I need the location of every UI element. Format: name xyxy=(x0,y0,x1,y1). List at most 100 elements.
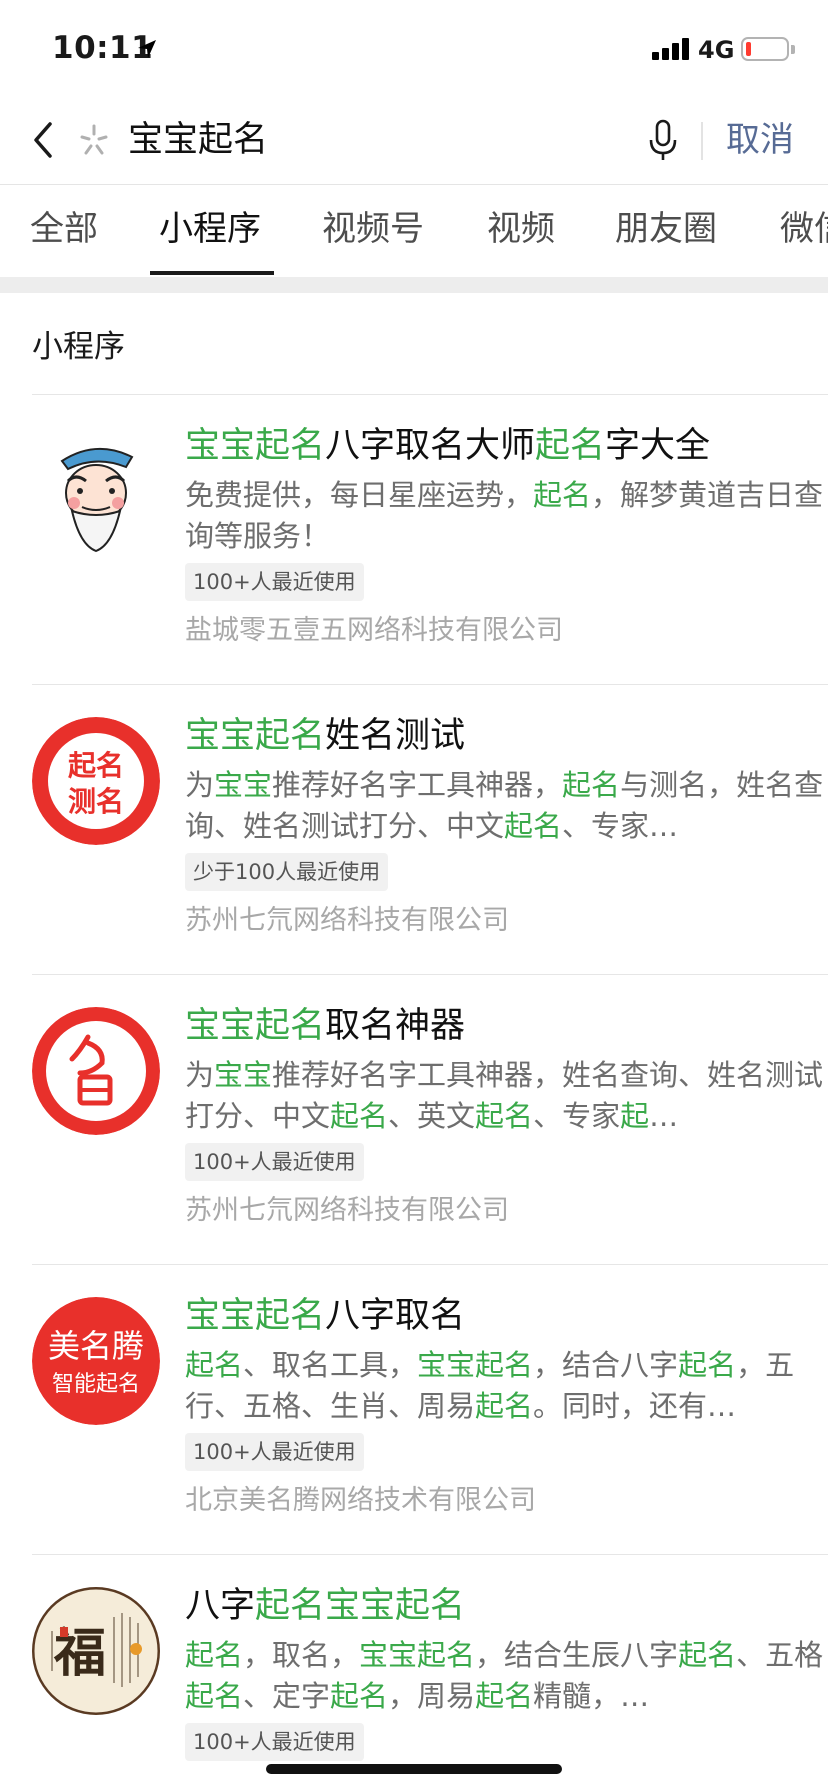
text-segment: 、定字 xyxy=(243,1679,331,1713)
result-item[interactable]: 福 八字起名宝宝起名 起名，取名，宝宝起名，结合生辰八字起名、五格起名、定字起名… xyxy=(32,1554,828,1792)
text-segment: ，周易 xyxy=(388,1679,476,1713)
usage-badge: 100+人最近使用 xyxy=(185,563,364,601)
usage-badge: 100+人最近使用 xyxy=(185,1143,364,1181)
text-segment: 、五格 xyxy=(736,1638,824,1672)
cellular-signal-icon xyxy=(652,38,692,60)
highlighted-keyword: 宝宝 xyxy=(214,768,273,802)
old-master-cartoon-icon xyxy=(32,427,160,555)
text-segment: 八字取名大师 xyxy=(325,426,536,466)
highlighted-keyword: 起名 xyxy=(504,809,563,843)
text-segment: 、取名工具， xyxy=(243,1348,418,1382)
highlighted-keyword: 起名 xyxy=(330,1679,389,1713)
highlighted-keyword: 起名 xyxy=(535,426,606,466)
back-arrow-icon[interactable] xyxy=(28,120,60,160)
text-segment: 八字 xyxy=(185,1586,256,1626)
result-description: 为宝宝推荐好名字工具神器，起名与测名，姓名查询、姓名测试打分、中文起名、专家… xyxy=(185,765,825,847)
result-company: 苏州七氘网络科技有限公司 xyxy=(185,905,509,936)
status-bar: 10:11 4G xyxy=(0,0,828,96)
text-segment: 、专家… xyxy=(562,809,679,843)
highlighted-keyword: 起名 xyxy=(475,1389,534,1423)
logo-text: 智能起名 xyxy=(52,1372,140,1397)
highlighted-keyword: 宝宝起名 xyxy=(185,1296,326,1336)
tab-moments[interactable]: 朋友圈 xyxy=(615,207,717,251)
result-company: 盐城零五壹五网络科技有限公司 xyxy=(185,615,563,646)
highlighted-keyword: 起名 xyxy=(475,1679,534,1713)
usage-badge: 100+人最近使用 xyxy=(185,1723,364,1761)
highlighted-keyword: 起名 xyxy=(185,1638,244,1672)
result-title: 宝宝起名八字取名大师起名字大全 xyxy=(185,421,825,471)
search-bar: 宝宝起名 取消 xyxy=(0,96,828,184)
usage-badge: 100+人最近使用 xyxy=(185,1433,364,1471)
result-body: 宝宝起名八字取名大师起名字大全 免费提供，每日星座运势，起名，解梦黄道吉日查询等… xyxy=(185,421,825,651)
result-item[interactable]: 起名 测名 宝宝起名姓名测试 为宝宝推荐好名字工具神器，起名与测名，姓名查询、姓… xyxy=(32,684,828,974)
highlighted-keyword: 宝宝 xyxy=(214,1058,273,1092)
active-tab-indicator xyxy=(150,271,274,275)
highlighted-keyword: 起名 xyxy=(330,1099,389,1133)
category-tabs: 全部 小程序 视频号 视频 朋友圈 微信 xyxy=(0,185,828,277)
result-description: 起名、取名工具，宝宝起名，结合八字起名，五行、五格、生肖、周易起名。同时，还有… xyxy=(185,1345,825,1427)
microphone-icon[interactable] xyxy=(648,118,678,162)
text-segment: 精髓，… xyxy=(533,1679,650,1713)
highlighted-keyword: 起名 xyxy=(185,1679,244,1713)
qiming-ceming-icon: 起名 测名 xyxy=(32,717,160,845)
highlighted-keyword: 宝宝起名 xyxy=(185,426,326,466)
result-title: 宝宝起名八字取名 xyxy=(185,1291,825,1341)
result-item[interactable]: 美名腾 智能起名 宝宝起名八字取名 起名、取名工具，宝宝起名，结合八字起名，五行… xyxy=(32,1264,828,1554)
text-segment: 。同时，还有… xyxy=(533,1389,737,1423)
tab-miniprogram[interactable]: 小程序 xyxy=(159,207,261,251)
highlighted-keyword: 起名 xyxy=(678,1348,737,1382)
result-body: 宝宝起名八字取名 起名、取名工具，宝宝起名，结合八字起名，五行、五格、生肖、周易… xyxy=(185,1291,825,1521)
home-indicator xyxy=(266,1764,562,1774)
text-segment: 为 xyxy=(185,1058,215,1092)
section-title: 小程序 xyxy=(32,329,125,365)
section-gap xyxy=(0,277,828,293)
result-item[interactable]: 宝宝起名取名神器 为宝宝推荐好名字工具神器，姓名查询、姓名测试打分、中文起名、英… xyxy=(32,974,828,1264)
usage-badge: 少于100人最近使用 xyxy=(185,853,389,891)
ming-character-icon xyxy=(32,1007,160,1135)
result-description: 免费提供，每日星座运势，起名，解梦黄道吉日查询等服务！ xyxy=(185,475,825,557)
text-segment: 推荐好名字工具神器， xyxy=(272,768,563,802)
cancel-button[interactable]: 取消 xyxy=(726,116,794,164)
text-segment: 八字取名 xyxy=(325,1296,466,1336)
text-segment: 为 xyxy=(185,768,215,802)
highlighted-keyword: 宝宝起名 xyxy=(359,1638,476,1672)
logo-text: 测名 xyxy=(68,785,124,818)
result-title: 八字起名宝宝起名 xyxy=(185,1581,825,1631)
highlighted-keyword: 起名 xyxy=(475,1099,534,1133)
highlighted-keyword: 起名宝宝起名 xyxy=(255,1586,466,1626)
result-title: 宝宝起名姓名测试 xyxy=(185,711,825,761)
text-segment: 免费提供，每日星座运势， xyxy=(185,478,534,512)
highlighted-keyword: 宝宝起名 xyxy=(185,716,326,756)
fu-calligraphy-icon: 福 xyxy=(32,1587,160,1715)
search-divider xyxy=(701,122,703,160)
highlighted-keyword: 宝宝起名 xyxy=(185,1006,326,1046)
battery-icon xyxy=(741,37,789,61)
location-arrow-icon xyxy=(138,40,156,58)
text-segment: 、英文 xyxy=(388,1099,476,1133)
result-body: 宝宝起名取名神器 为宝宝推荐好名字工具神器，姓名查询、姓名测试打分、中文起名、英… xyxy=(185,1001,825,1231)
logo-text: 美名腾 xyxy=(48,1327,144,1365)
network-type: 4G xyxy=(698,36,735,64)
highlighted-keyword: 起名 xyxy=(533,478,592,512)
logo-text: 起名 xyxy=(68,749,124,782)
text-segment: 、专家 xyxy=(533,1099,621,1133)
search-input[interactable]: 宝宝起名 xyxy=(128,116,628,164)
tab-video[interactable]: 视频 xyxy=(487,207,555,251)
result-body: 八字起名宝宝起名 起名，取名，宝宝起名，结合生辰八字起名、五格起名、定字起名，周… xyxy=(185,1581,825,1771)
result-title: 宝宝起名取名神器 xyxy=(185,1001,825,1051)
highlighted-keyword: 起名 xyxy=(562,768,621,802)
highlighted-keyword: 宝宝起名 xyxy=(417,1348,534,1382)
tab-channels[interactable]: 视频号 xyxy=(322,207,424,251)
result-body: 宝宝起名姓名测试 为宝宝推荐好名字工具神器，起名与测名，姓名查询、姓名测试打分、… xyxy=(185,711,825,941)
meimingteng-icon: 美名腾 智能起名 xyxy=(32,1297,160,1425)
text-segment: ，取名， xyxy=(243,1638,360,1672)
result-company: 苏州七氘网络科技有限公司 xyxy=(185,1195,509,1226)
highlighted-keyword: 起名 xyxy=(185,1348,244,1382)
result-item[interactable]: 宝宝起名八字取名大师起名字大全 免费提供，每日星座运势，起名，解梦黄道吉日查询等… xyxy=(32,394,828,684)
text-segment: ，结合八字 xyxy=(533,1348,679,1382)
tab-wechat[interactable]: 微信 xyxy=(780,207,828,251)
tab-all[interactable]: 全部 xyxy=(30,207,98,251)
result-description: 为宝宝推荐好名字工具神器，姓名查询、姓名测试打分、中文起名、英文起名、专家起… xyxy=(185,1055,825,1137)
battery-tip xyxy=(791,45,795,54)
highlighted-keyword: 起 xyxy=(620,1099,650,1133)
